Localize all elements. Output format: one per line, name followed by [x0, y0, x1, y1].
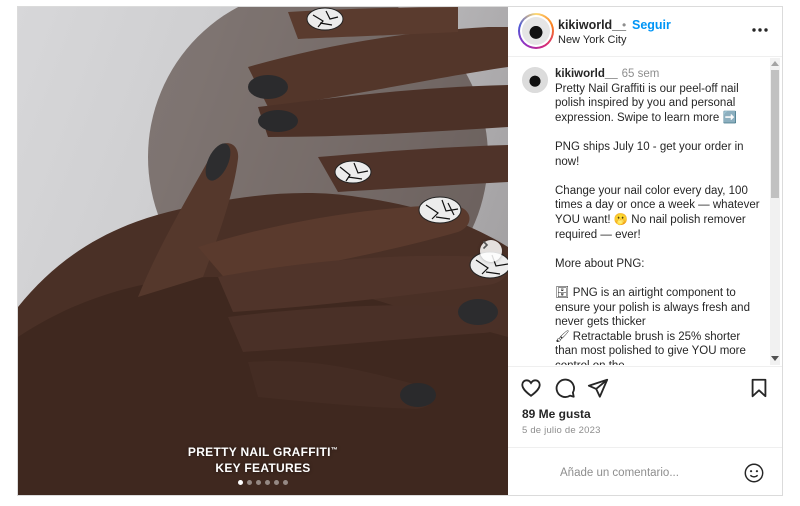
caption-paragraph: More about PNG:: [555, 257, 645, 270]
slide-dot: [247, 480, 252, 485]
caption-paragraph: 🗄 PNG is an airtight component to ensure…: [555, 286, 750, 365]
avatar[interactable]: [518, 13, 554, 49]
slide-dot: [274, 480, 279, 485]
bookmark-icon[interactable]: [748, 377, 770, 399]
separator-dot: •: [622, 18, 627, 32]
slide-indicator: [18, 480, 508, 485]
add-comment-bar: Añade un comentario...: [508, 447, 782, 495]
slide-dot: [256, 480, 261, 485]
caption-title: PRETTY NAIL GRAFFITI: [187, 445, 331, 459]
send-icon[interactable]: [587, 377, 609, 399]
more-horizontal-icon[interactable]: [750, 20, 770, 40]
post-date[interactable]: 5 de julio de 2023: [522, 425, 601, 436]
action-bar: [508, 366, 782, 406]
slide-dot: [238, 480, 243, 485]
comment-icon[interactable]: [554, 377, 576, 399]
media-caption: PRETTY NAIL GRAFFITI™ KEY FEATURES: [18, 443, 508, 476]
smiley-icon[interactable]: [743, 462, 765, 484]
caption-paragraph: Pretty Nail Graffiti is our peel-off nai…: [555, 82, 739, 124]
scrollbar-thumb[interactable]: [771, 70, 779, 198]
caption-paragraph: Change your nail color every day, 100 ti…: [555, 184, 760, 241]
post-sidebar: kikiworld__ • Seguir New York City kikiw…: [508, 7, 782, 495]
scroll-down-arrow[interactable]: [770, 356, 780, 364]
post-caption: kikiworld__ 65 sem Pretty Nail Graffiti i…: [555, 67, 765, 365]
trademark-symbol: ™: [330, 447, 339, 454]
caption-paragraph: PNG ships July 10 - get your order in no…: [555, 140, 744, 168]
post-header: kikiworld__ • Seguir New York City: [508, 7, 782, 57]
comments-section[interactable]: kikiworld__ 65 sem Pretty Nail Graffiti i…: [508, 58, 782, 365]
chevron-right-icon: [482, 240, 489, 250]
username-link[interactable]: kikiworld__: [558, 18, 626, 32]
caption-time[interactable]: 65 sem: [622, 68, 660, 80]
hands-photo: [18, 7, 508, 495]
scroll-up-arrow[interactable]: [770, 60, 780, 68]
location-link[interactable]: New York City: [558, 34, 626, 46]
next-slide-button[interactable]: [480, 240, 502, 262]
caption-subtitle: KEY FEATURES: [215, 461, 311, 475]
avatar-image: [522, 17, 550, 45]
caption-avatar[interactable]: [522, 67, 548, 93]
slide-dot: [283, 480, 288, 485]
caption-username[interactable]: kikiworld__: [555, 68, 618, 80]
comment-input[interactable]: Añade un comentario...: [560, 467, 679, 479]
likes-count[interactable]: 89 Me gusta: [522, 407, 591, 421]
instagram-post: PRETTY NAIL GRAFFITI™ KEY FEATURES kikiw…: [17, 6, 783, 496]
follow-button[interactable]: Seguir: [632, 18, 671, 32]
post-media[interactable]: PRETTY NAIL GRAFFITI™ KEY FEATURES: [18, 7, 508, 495]
heart-icon[interactable]: [520, 377, 542, 399]
slide-dot: [265, 480, 270, 485]
